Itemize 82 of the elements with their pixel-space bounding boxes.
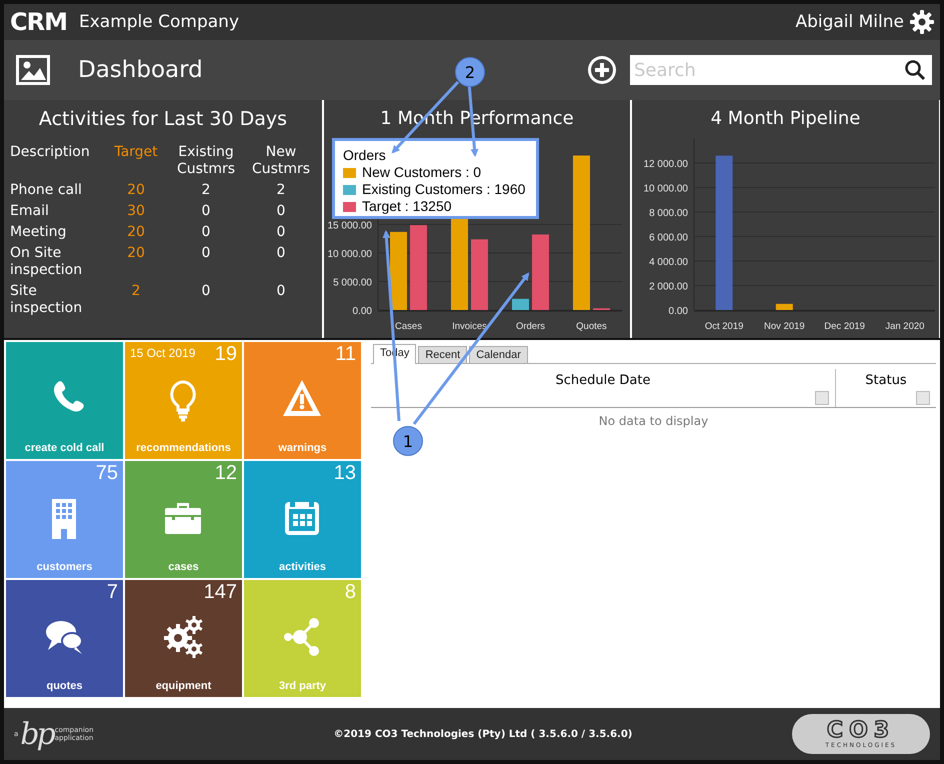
page-title: Dashboard — [78, 57, 203, 83]
tile-count: 11 — [335, 343, 356, 366]
user-name[interactable]: Abigail Milne — [795, 12, 904, 32]
table-cell-text: 0 — [200, 245, 212, 263]
axis-tick-label: 5 000.00 — [333, 278, 372, 288]
column-header: Target — [113, 144, 159, 162]
table-cell-text: Phone call — [10, 182, 83, 199]
tile-label: equipment — [156, 680, 212, 692]
axis-tick-label: 12 000.00 — [644, 159, 688, 170]
table-cell-text: 0 — [200, 283, 212, 301]
panel-title: Activities for Last 30 Days — [38, 108, 288, 130]
table-cell-text: 20 — [126, 224, 146, 241]
table-cell-text: Meeting — [10, 224, 68, 241]
table-cell-text: 20 — [126, 182, 146, 199]
dashboard-tile[interactable]: 7 quotes — [6, 580, 123, 697]
axis-tick-label: 6 000.00 — [649, 232, 688, 244]
axis-tick-label: 8 000.00 — [649, 208, 688, 219]
tooltip-item: Target : 13250 — [362, 198, 452, 215]
axis-tick-label: 4 000.00 — [649, 257, 688, 268]
table-cell-text: Email — [10, 203, 50, 220]
tile-label: activities — [278, 561, 326, 573]
tile-count: 19 — [214, 343, 237, 366]
axis-category-label: Oct 2019 — [704, 321, 744, 332]
axis-tick-label: 2 000.00 — [649, 282, 688, 292]
table-cell-text: 20 — [126, 245, 146, 263]
axis-category-label: Quotes — [576, 321, 607, 332]
table-cell-text: 0 — [200, 203, 212, 220]
table-cell-text: 0 — [276, 224, 286, 241]
empty-message: No data to display — [598, 414, 710, 428]
tile-date: 15 Oct 2019 — [130, 346, 196, 360]
tab[interactable]: Recent — [418, 346, 468, 363]
copyright-text: ©2019 CO3 Technologies (Pty) Ltd ( 3.5.6.0 / 3.5.6.0) — [332, 728, 634, 740]
tile-label: customers — [36, 561, 92, 573]
tile-count: 147 — [204, 581, 237, 604]
tab[interactable]: Calendar — [469, 346, 528, 363]
axis-category-label: Invoices — [452, 321, 487, 332]
tile-label: recommendations — [136, 442, 231, 454]
table-cell-text: 2 — [200, 182, 212, 199]
panel-title: 4 Month Pipeline — [710, 107, 862, 131]
tile-count: 13 — [334, 462, 356, 485]
column-header[interactable]: Status — [865, 373, 907, 407]
axis-tick-label: 10 000.00 — [328, 249, 372, 260]
column-header: Description — [10, 144, 91, 162]
table-cell-text: 0 — [200, 224, 212, 241]
logo-wordmark: CO3 — [826, 720, 896, 742]
table-cell-text: 0 — [276, 283, 286, 301]
column-header: New Custmrs — [250, 144, 312, 178]
axis-category-label: Nov 2019 — [764, 321, 805, 332]
tile-label: cases — [168, 561, 199, 573]
tile-count: 7 — [106, 581, 118, 604]
axis-tick-label: 15 000.00 — [328, 220, 372, 232]
column-header[interactable]: Schedule Date — [556, 373, 650, 407]
table-cell-text: 2 — [130, 283, 142, 301]
tooltip-title: Orders — [343, 147, 387, 164]
table-cell-text: 2 — [276, 182, 286, 199]
tooltip-item: New Customers : 0 — [362, 164, 482, 181]
tile-label: create cold call — [24, 442, 104, 454]
column-header: Existing Custmrs — [176, 144, 236, 178]
table-cell-text: 30 — [126, 203, 146, 220]
bp-logo: bp — [20, 716, 53, 752]
axis-tick-label: 10 000.00 — [644, 184, 688, 194]
table-cell-text: Site inspection — [10, 283, 84, 317]
tile-label: quotes — [46, 680, 83, 692]
table-cell-text: 0 — [276, 245, 286, 263]
axis-category-label: Cases — [395, 321, 422, 332]
axis-category-label: Orders — [516, 321, 546, 332]
axis-category-label: Dec 2019 — [824, 321, 865, 332]
callout-badge: 1 — [393, 426, 423, 456]
tile-count: 12 — [214, 462, 237, 485]
company-name: Example Company — [78, 12, 240, 32]
dashboard-tile[interactable]: 147 equipment — [125, 580, 242, 697]
table-cell-text: On Site inspection — [10, 245, 84, 279]
tile-count: 75 — [96, 462, 118, 485]
tooltip-item: Existing Customers : 1960 — [362, 181, 526, 198]
tile-label: 3rd party — [278, 680, 326, 692]
axis-tick-label: 0.00 — [352, 306, 372, 317]
tile-count: 8 — [344, 581, 356, 604]
axis-tick-label: 0.00 — [668, 306, 688, 317]
crm-logo: CRM — [10, 10, 67, 34]
axis-category-label: Jan 2020 — [885, 321, 924, 332]
tile-label: warnings — [278, 442, 327, 454]
table-cell-text: 0 — [276, 203, 286, 220]
